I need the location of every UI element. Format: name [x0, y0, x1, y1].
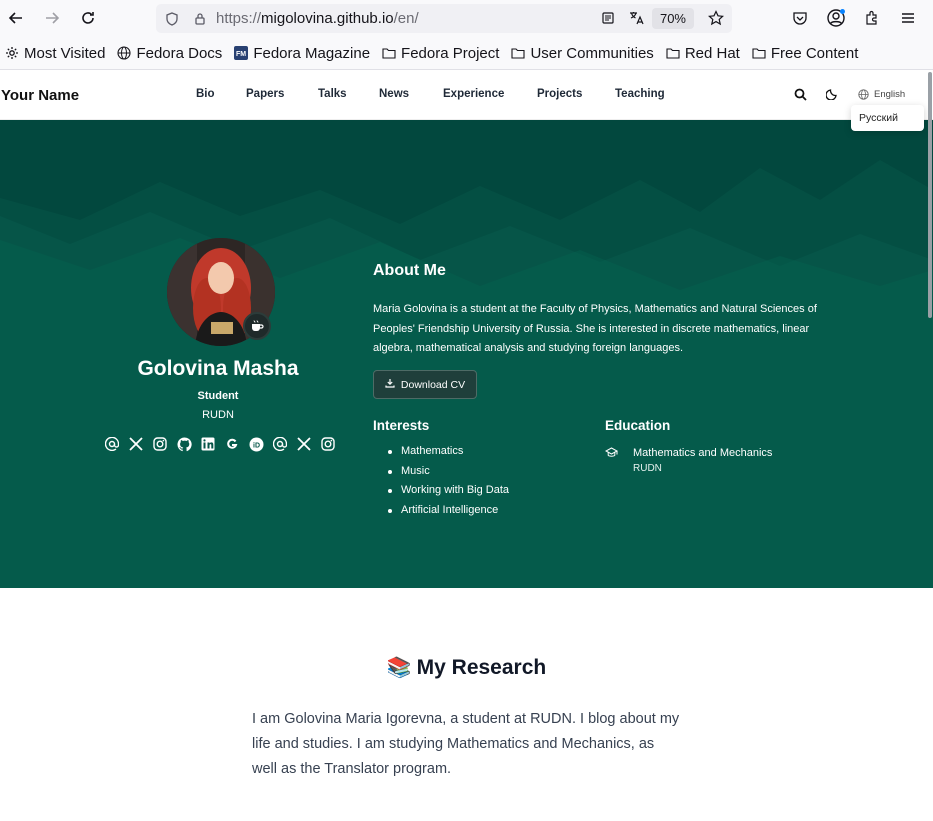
folder-icon: [510, 45, 526, 61]
browser-toolbar: https://migolovina.github.io/en/ 70%: [0, 0, 933, 37]
nav-bio[interactable]: Bio: [196, 88, 215, 100]
education-institution: RUDN: [633, 463, 662, 474]
svg-text:FM: FM: [236, 51, 246, 58]
research-text: I am Golovina Maria Igorevna, a student …: [252, 711, 680, 777]
coffee-icon: [243, 312, 271, 340]
books-icon: 📚: [386, 657, 412, 679]
shield-icon[interactable]: [162, 9, 182, 29]
lock-icon[interactable]: [190, 9, 210, 29]
instagram-icon[interactable]: [152, 436, 168, 452]
interests-heading: Interests: [373, 418, 430, 433]
bookmark-most-visited[interactable]: Most Visited: [4, 45, 105, 62]
bookmarks-bar: Most Visited Fedora Docs FM Fedora Magaz…: [0, 37, 933, 70]
about-text: Maria Golovina is a student at the Facul…: [373, 303, 817, 354]
bookmark-free-content[interactable]: Free Content: [751, 45, 858, 62]
bookmark-red-hat[interactable]: Red Hat: [665, 45, 740, 62]
dark-mode-icon[interactable]: [825, 87, 839, 105]
bookmark-star-icon[interactable]: [706, 8, 726, 28]
url-text: https://migolovina.github.io/en/: [216, 10, 419, 27]
about-heading: About Me: [373, 262, 446, 279]
account-icon[interactable]: [822, 4, 850, 32]
email-icon[interactable]: [104, 436, 120, 452]
graduation-cap-icon: [604, 447, 619, 462]
extensions-icon[interactable]: [858, 4, 886, 32]
education-course: Mathematics and Mechanics: [633, 447, 773, 459]
folder-icon: [665, 45, 681, 61]
nav-teaching[interactable]: Teaching: [615, 88, 665, 100]
nav-talks[interactable]: Talks: [318, 88, 347, 100]
folder-icon: [381, 45, 397, 61]
zoom-level[interactable]: 70%: [651, 8, 694, 29]
x-twitter-icon[interactable]: [128, 436, 144, 452]
forward-icon[interactable]: [38, 4, 66, 32]
nav-projects[interactable]: Projects: [537, 88, 582, 100]
folder-icon: [751, 45, 767, 61]
bookmark-fedora-magazine[interactable]: FM Fedora Magazine: [233, 45, 370, 62]
translate-icon[interactable]: [626, 8, 646, 28]
site-navbar: Your Name Bio Papers Talks News Experien…: [0, 70, 933, 120]
language-selector[interactable]: English: [858, 89, 905, 100]
gear-icon: [4, 45, 20, 61]
globe-icon: [858, 89, 869, 100]
menu-icon[interactable]: [894, 4, 922, 32]
nav-experience[interactable]: Experience: [443, 88, 504, 100]
linkedin-icon[interactable]: [200, 436, 216, 452]
reload-icon[interactable]: [74, 4, 102, 32]
search-icon[interactable]: [794, 88, 807, 106]
page-scrollbar[interactable]: [928, 72, 932, 318]
site-brand[interactable]: Your Name: [1, 87, 79, 104]
download-icon: [385, 378, 395, 391]
language-option-russian[interactable]: Русский: [859, 112, 898, 124]
orcid-icon[interactable]: iD: [248, 436, 264, 452]
url-bar[interactable]: https://migolovina.github.io/en/ 70%: [156, 4, 732, 33]
language-dropdown: Русский: [851, 105, 924, 131]
svg-text:iD: iD: [253, 442, 260, 449]
profile-role: Student: [197, 390, 239, 402]
interest-item: Mathematics: [388, 445, 509, 465]
interest-item: Music: [388, 465, 509, 485]
education-heading: Education: [605, 418, 671, 433]
download-cv-button[interactable]: Download CV: [373, 370, 477, 399]
globe-icon: [116, 45, 132, 61]
fedora-magazine-icon: FM: [233, 45, 249, 61]
profile-organization: RUDN: [202, 409, 234, 421]
nav-news[interactable]: News: [379, 88, 409, 100]
hero-section: Golovina Masha Student RUDN iD About Me …: [0, 120, 933, 588]
reader-view-icon[interactable]: [598, 8, 618, 28]
back-icon[interactable]: [2, 4, 30, 32]
google-scholar-icon[interactable]: [224, 436, 240, 452]
pocket-icon[interactable]: [786, 4, 814, 32]
bookmark-fedora-docs[interactable]: Fedora Docs: [116, 45, 222, 62]
profile-name: Golovina Masha: [137, 357, 299, 380]
social-links: iD: [104, 436, 344, 452]
interest-item: Working with Big Data: [388, 484, 509, 504]
interest-item: Artificial Intelligence: [388, 504, 509, 524]
x-twitter-icon[interactable]: [296, 436, 312, 452]
research-heading: 📚 My Research: [386, 656, 547, 679]
instagram-icon[interactable]: [320, 436, 336, 452]
bookmark-fedora-project[interactable]: Fedora Project: [381, 45, 499, 62]
github-icon[interactable]: [176, 436, 192, 452]
nav-papers[interactable]: Papers: [246, 88, 284, 100]
bookmark-user-communities[interactable]: User Communities: [510, 45, 654, 62]
interests-list: Mathematics Music Working with Big Data …: [388, 445, 509, 523]
email-icon[interactable]: [272, 436, 288, 452]
